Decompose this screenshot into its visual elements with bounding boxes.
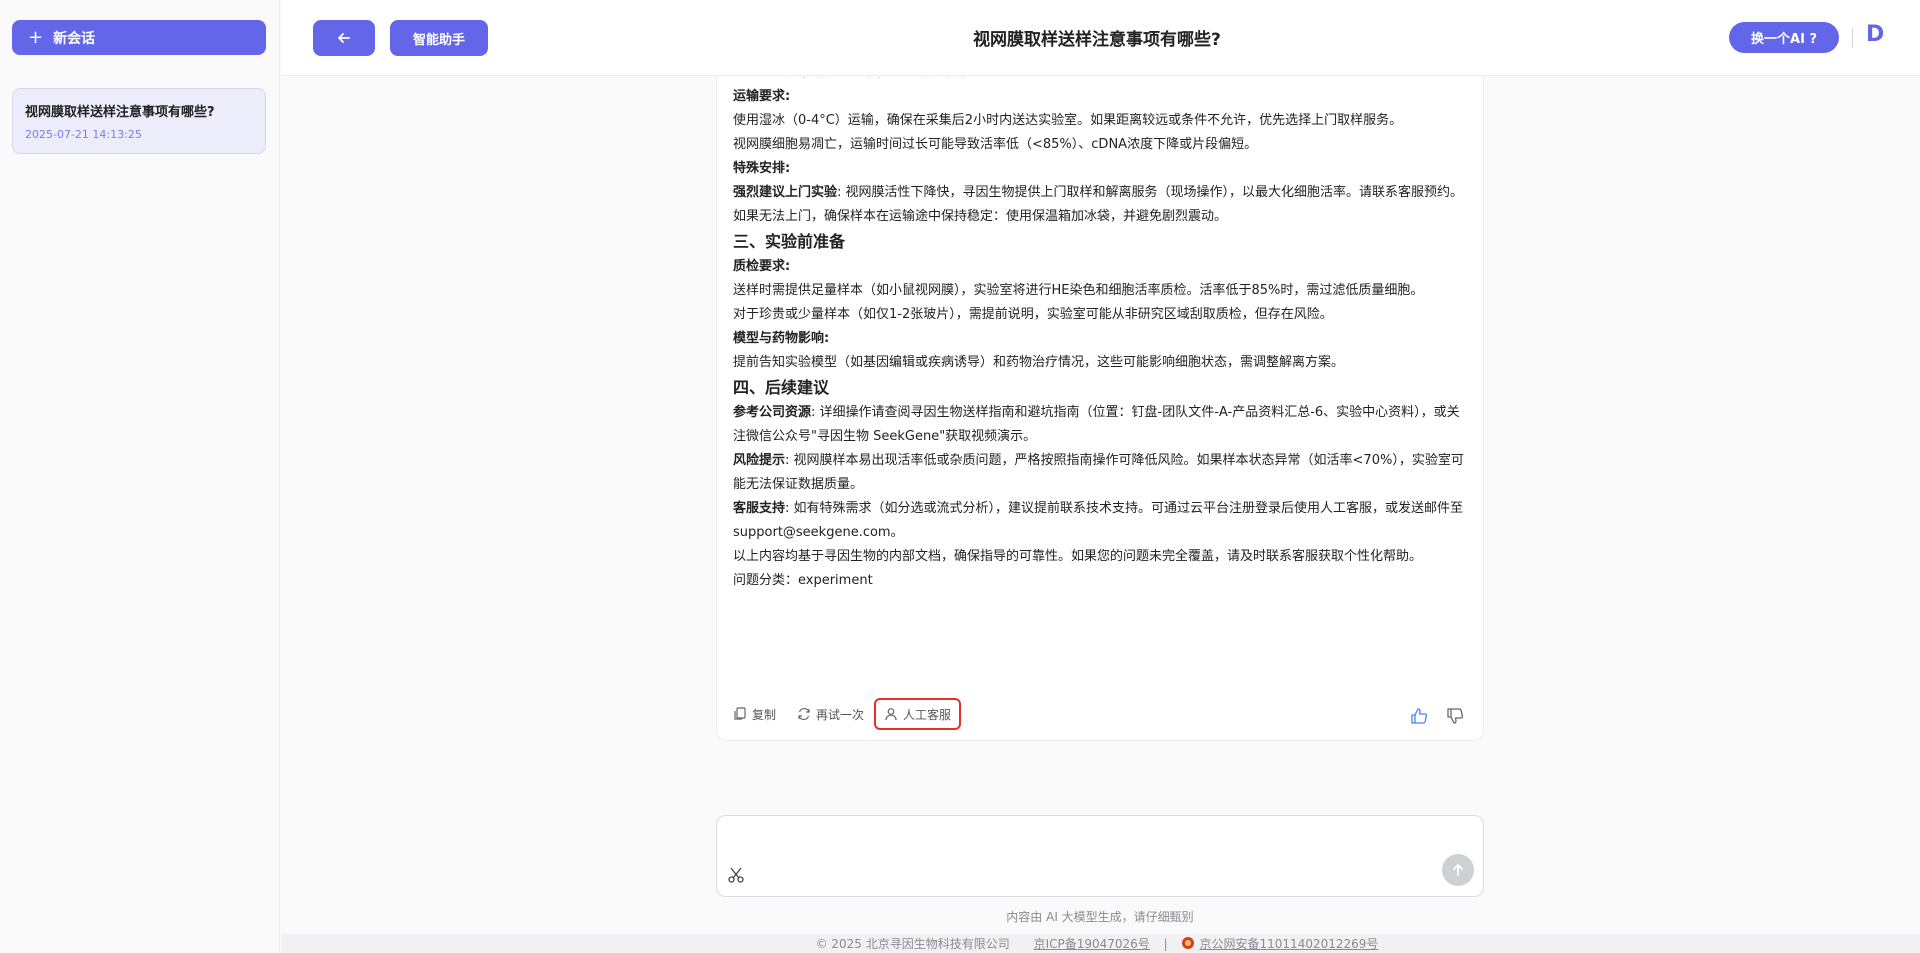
- icp-link[interactable]: 京ICP备19047026号: [1034, 937, 1150, 951]
- chat-input[interactable]: [731, 828, 1431, 852]
- page-title: 视网膜取样送样注意事项有哪些?: [973, 30, 1221, 50]
- message-text: : 如有特殊需求（如分选或流式分析），建议提前联系技术支持。可通过云平台注册登录…: [733, 501, 1464, 540]
- bold-label: 客服支持: [733, 501, 786, 516]
- message-line: 对于珍贵或少量样本（如仅1-2张玻片），需提前说明，实验室可能从非研究区域刮取质…: [733, 307, 1333, 322]
- send-button[interactable]: [1442, 854, 1474, 886]
- message-line: 送样时需提供足量样本（如小鼠视网膜），实验室将进行HE染色和细胞活率质检。活率低…: [733, 283, 1424, 298]
- retry-button[interactable]: 再试一次: [797, 700, 864, 728]
- question-category: 问题分类：experiment: [733, 573, 873, 588]
- header: 智能助手 视网膜取样送样注意事项有哪些? 换一个AI ? D: [281, 0, 1920, 76]
- footer-separator: |: [1163, 937, 1168, 951]
- person-icon: [885, 708, 897, 721]
- message-text: : 详细操作请查阅寻因生物送样指南和避坑指南（位置：钉盘-团队文件-A-产品资料…: [733, 405, 1460, 444]
- copyright: © 2025 北京寻因生物科技有限公司: [815, 937, 1010, 951]
- subheading: 运输要求:: [733, 89, 791, 104]
- chat-input-box: [716, 815, 1484, 897]
- session-title: 视网膜取样送样注意事项有哪些?: [25, 105, 215, 120]
- message-line: 提前告知实验模型（如基因编辑或疾病诱导）和药物治疗情况，这些可能影响细胞状态，需…: [733, 355, 1345, 370]
- message-line: 视网膜细胞易凋亡，运输时间过长可能导致活率低（<85%）、cDNA浓度下降或片段…: [733, 137, 1258, 152]
- message-line: 如果无法上门，确保样本在运输途中保持稳定：使用保温箱加冰袋，并避免剧烈震动。: [733, 209, 1228, 224]
- refresh-icon: [798, 708, 810, 720]
- section-heading: 四、后续建议: [733, 378, 830, 397]
- new-chat-button[interactable]: + 新会话: [12, 20, 266, 55]
- subheading: 模型与药物影响:: [733, 331, 830, 346]
- message-body: 避免长时间暴露在光线下，以防活性下降。 运输要求: 使用湿冰（0-4°C）运输，…: [733, 77, 1469, 593]
- dislike-button[interactable]: [1446, 702, 1469, 730]
- arrow-up-icon: [1453, 864, 1463, 876]
- sidebar: + 新会话 视网膜取样送样注意事项有哪些? 2025-07-21 14:13:2…: [0, 0, 280, 953]
- message-line: 避免长时间暴露在光线下，以防活性下降。: [733, 77, 1469, 85]
- bold-label: 强烈建议上门实验: [733, 185, 838, 200]
- thumbs-up-icon: [1411, 708, 1428, 724]
- session-item[interactable]: 视网膜取样送样注意事项有哪些? 2025-07-21 14:13:25: [12, 88, 266, 154]
- thumbs-down-icon: [1447, 708, 1464, 724]
- police-record-link[interactable]: 京公网安备11011402012269号: [1200, 937, 1379, 951]
- header-divider: [1852, 28, 1853, 48]
- assistant-message: 避免长时间暴露在光线下，以防活性下降。 运输要求: 使用湿冰（0-4°C）运输，…: [716, 77, 1484, 741]
- message-text: : 视网膜样本易出现活率低或杂质问题，严格按照指南操作可降低风险。如果样本状态异…: [733, 453, 1464, 492]
- bold-label: 风险提示: [733, 453, 786, 468]
- subheading: 质检要求:: [733, 259, 791, 274]
- session-time: 2025-07-21 14:13:25: [25, 128, 142, 141]
- switch-ai-button[interactable]: 换一个AI ?: [1729, 22, 1839, 53]
- bold-label: 参考公司资源: [733, 405, 812, 420]
- police-badge-icon: [1181, 937, 1194, 949]
- message-paragraph: 客服支持: 如有特殊需求（如分选或流式分析），建议提前联系技术支持。可通过云平台…: [733, 497, 1469, 545]
- like-button[interactable]: [1410, 702, 1433, 730]
- message-paragraph: 风险提示: 视网膜样本易出现活率低或杂质问题，严格按照指南操作可降低风险。如果样…: [733, 449, 1469, 497]
- new-chat-label: 新会话: [53, 30, 96, 47]
- human-service-label: 人工客服: [903, 707, 952, 722]
- ai-disclaimer: 内容由 AI 大模型生成，请仔细甄别: [1006, 910, 1194, 924]
- message-actions: 复制 再试一次 人工客服: [733, 698, 1469, 730]
- message-line: 使用湿冰（0-4°C）运输，确保在采集后2小时内送达实验室。如果距离较远或条件不…: [733, 113, 1403, 128]
- plus-icon: +: [28, 27, 44, 48]
- section-heading: 三、实验前准备: [733, 232, 846, 251]
- message-line: 以上内容均基于寻因生物的内部文档，确保指导的可靠性。如果您的问题未完全覆盖，请及…: [733, 549, 1423, 564]
- human-service-button[interactable]: 人工客服: [874, 698, 962, 730]
- copy-icon: [734, 707, 746, 720]
- message-paragraph: 参考公司资源: 详细操作请查阅寻因生物送样指南和避坑指南（位置：钉盘-团队文件-…: [733, 401, 1469, 449]
- logo: D: [1866, 22, 1885, 47]
- scissors-icon[interactable]: [727, 866, 745, 888]
- footer: © 2025 北京寻因生物科技有限公司 京ICP备19047026号 | 京公网…: [281, 934, 1920, 953]
- message-text: : 视网膜活性下降快，寻因生物提供上门取样和解离服务（现场操作），以最大化细胞活…: [837, 185, 1464, 200]
- retry-label: 再试一次: [816, 707, 865, 722]
- copy-label: 复制: [752, 707, 777, 722]
- message-paragraph: 强烈建议上门实验: 视网膜活性下降快，寻因生物提供上门取样和解离服务（现场操作）…: [733, 181, 1469, 205]
- subheading: 特殊安排:: [733, 161, 791, 176]
- copy-button[interactable]: 复制: [733, 700, 776, 728]
